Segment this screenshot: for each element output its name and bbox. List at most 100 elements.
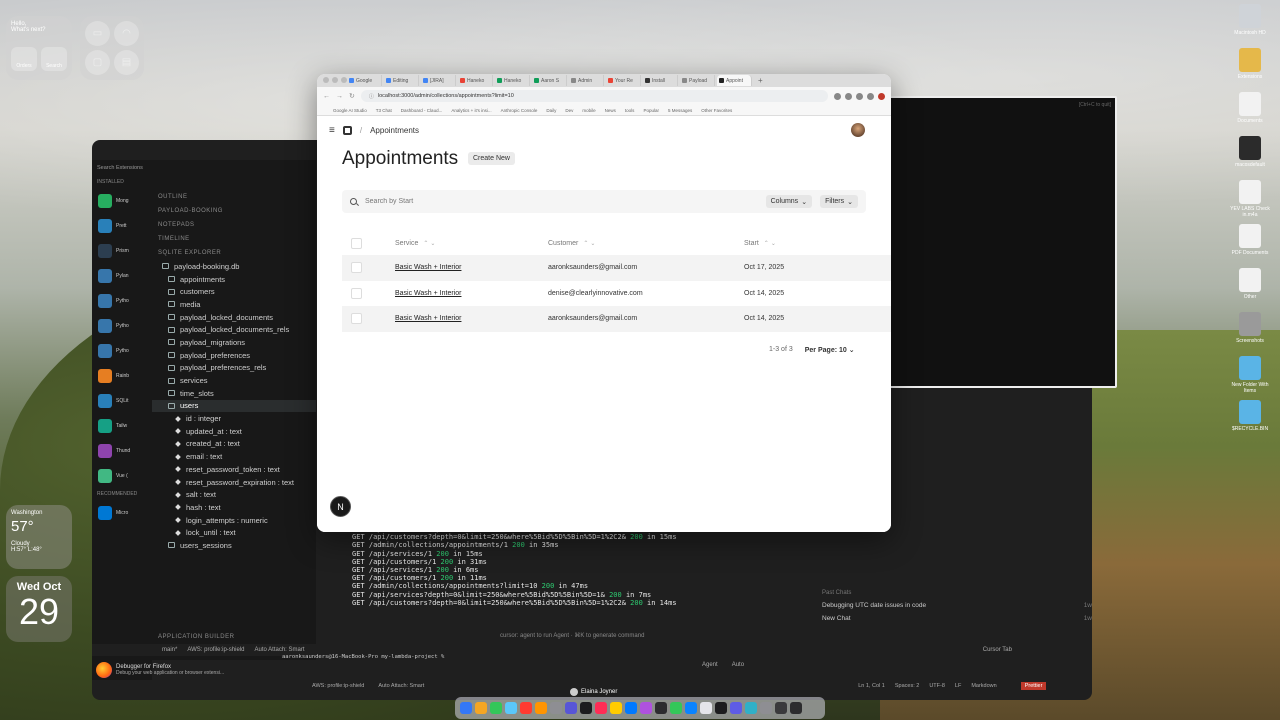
browser-tab[interactable]: Appoint	[717, 75, 752, 86]
dock-app-icon[interactable]	[790, 702, 802, 714]
dock-app-icon[interactable]	[730, 702, 742, 714]
dock-app-icon[interactable]	[640, 702, 652, 714]
extension-icon[interactable]	[867, 92, 874, 100]
breadcrumb[interactable]: Appointments	[370, 126, 419, 135]
app-builder-section[interactable]: APPLICATION BUILDER	[152, 630, 240, 644]
filters-button[interactable]: Filters ⌄	[820, 195, 858, 208]
table-users[interactable]: users	[152, 399, 316, 413]
extension-item[interactable]: Prism	[92, 238, 152, 263]
payload-logo-icon[interactable]	[342, 125, 352, 135]
desktop-icon[interactable]: Screenshots	[1228, 312, 1272, 356]
extension-item[interactable]: Vue (	[92, 463, 152, 488]
bookmark-item[interactable]: Dashboard - Claud...	[401, 108, 443, 113]
search-input[interactable]	[365, 198, 758, 205]
table-users-sessions[interactable]: users_sessions	[152, 539, 316, 552]
db-item[interactable]: payload-booking.db	[152, 260, 316, 273]
column-item[interactable]: salt : text	[152, 488, 316, 501]
service-link[interactable]: Basic Wash + Interior	[395, 264, 461, 271]
row-checkbox[interactable]	[351, 287, 362, 299]
dock-app-icon[interactable]	[760, 702, 772, 714]
bookmark-item[interactable]: mobile	[582, 108, 595, 113]
sqlite-explorer-section[interactable]: SQLITE EXPLORER	[152, 246, 316, 260]
extension-item[interactable]: Micro	[92, 500, 152, 525]
table-customers[interactable]: customers	[152, 285, 316, 298]
avatar[interactable]	[851, 123, 865, 137]
browser-tab[interactable]: Install	[643, 75, 678, 86]
hello-widget[interactable]: Hello, What's next? Orders Search	[6, 16, 72, 80]
extension-item[interactable]: Pytho	[92, 288, 152, 313]
column-start[interactable]: Start ⌃⌄	[744, 240, 891, 247]
extension-icon[interactable]	[845, 92, 852, 100]
table-row[interactable]: Basic Wash + Interior aaronksaunders@gmai…	[342, 255, 891, 281]
column-item[interactable]: reset_password_token : text	[152, 463, 316, 476]
menu-icon[interactable]: ≡	[329, 125, 335, 136]
prettier-status[interactable]: Prettier	[1020, 682, 1047, 690]
chat-item[interactable]: Debugging UTC date issues in code 1w	[822, 602, 1092, 609]
extension-item[interactable]: Prett	[92, 213, 152, 238]
per-page-select[interactable]: Per Page: 10 ⌄	[805, 346, 855, 354]
table-payload-locked-documents[interactable]: payload_locked_documents	[152, 311, 316, 324]
extension-item[interactable]: Tailw	[92, 413, 152, 438]
desktop-icon[interactable]: Other	[1228, 268, 1272, 312]
desktop-icon[interactable]: Macintosh HD	[1228, 4, 1272, 48]
browser-tab[interactable]: Haneko	[458, 75, 493, 86]
extension-item[interactable]: Thund	[92, 438, 152, 463]
service-link[interactable]: Basic Wash + Interior	[395, 290, 461, 297]
bookmark-item[interactable]: T3 Chat	[376, 108, 392, 113]
select-all-checkbox[interactable]	[351, 237, 362, 249]
sort-icon[interactable]: ⌃⌄	[423, 241, 437, 247]
close-window-button[interactable]	[323, 77, 329, 83]
screen-icon[interactable]: ▢	[85, 50, 110, 75]
desktop-icon[interactable]: PDF Documents	[1228, 224, 1272, 268]
column-customer[interactable]: Customer ⌃⌄	[548, 240, 744, 247]
dock-app-icon[interactable]	[625, 702, 637, 714]
chat-item[interactable]: New Chat 1w	[822, 615, 1092, 622]
extension-item[interactable]: Pylan	[92, 263, 152, 288]
extensions-search[interactable]: Search Extensions	[92, 160, 152, 176]
bookmark-item[interactable]: Other Favorites	[701, 108, 732, 113]
table-media[interactable]: media	[152, 298, 316, 311]
minimize-window-button[interactable]	[332, 77, 338, 83]
headphones-icon[interactable]: ◠	[114, 21, 139, 46]
bookmark-item[interactable]: tools	[625, 108, 635, 113]
desktop-icon[interactable]: New Folder With Items	[1228, 356, 1272, 400]
desktop-icon[interactable]: $RECYCLE.BIN	[1228, 400, 1272, 444]
bookmark-item[interactable]: Anthropic Console	[501, 108, 538, 113]
table-time-slots[interactable]: time_slots	[152, 387, 316, 400]
table-payload-locked-documents-rels[interactable]: payload_locked_documents_rels	[152, 323, 316, 336]
dock-app-icon[interactable]	[700, 702, 712, 714]
back-icon[interactable]: ←	[323, 93, 330, 100]
browser-tab[interactable]: Admin	[569, 75, 604, 86]
browser-tab[interactable]: [JIRA]	[421, 75, 456, 86]
site-info-icon[interactable]: ⓘ	[369, 93, 374, 100]
create-new-button[interactable]: Create New	[468, 152, 515, 165]
auto-attach-status-2[interactable]: Auto Attach: Smart	[378, 683, 424, 689]
extension-item[interactable]: Pytho	[92, 313, 152, 338]
nextjs-badge[interactable]: N	[330, 496, 351, 517]
table-payload-migrations[interactable]: payload_migrations	[152, 336, 316, 349]
desktop-icon[interactable]: Extensions	[1228, 48, 1272, 92]
extension-item[interactable]: Rainb	[92, 363, 152, 388]
status-item[interactable]: LF	[955, 683, 961, 689]
desktop-icon[interactable]: YEV LABS Check in.m4a	[1228, 180, 1272, 224]
dock-app-icon[interactable]	[580, 702, 592, 714]
agent-selector[interactable]: Agent	[702, 662, 718, 668]
desktop-icon[interactable]: Documents	[1228, 92, 1272, 136]
profile-icon[interactable]	[878, 92, 885, 100]
service-link[interactable]: Basic Wash + Interior	[395, 315, 461, 322]
extension-item[interactable]: Mong	[92, 188, 152, 213]
extension-icon[interactable]	[856, 92, 863, 100]
column-item[interactable]: created_at : text	[152, 438, 316, 451]
column-item[interactable]: email : text	[152, 450, 316, 463]
dock-app-icon[interactable]	[550, 702, 562, 714]
orders-button[interactable]: Orders	[11, 47, 37, 71]
sort-icon[interactable]: ⌃⌄	[764, 241, 778, 247]
table-payload-preferences-rels[interactable]: payload_preferences_rels	[152, 362, 316, 375]
desktop-icon[interactable]: macosdefault	[1228, 136, 1272, 180]
reload-icon[interactable]: ↻	[349, 92, 355, 100]
status-item[interactable]: Spaces: 2	[895, 683, 919, 689]
column-item[interactable]: id : integer	[152, 412, 316, 425]
dock-app-icon[interactable]	[745, 702, 757, 714]
bookmark-item[interactable]: Daily	[546, 108, 556, 113]
cursor-tab-status[interactable]: Cursor Tab	[983, 647, 1012, 653]
